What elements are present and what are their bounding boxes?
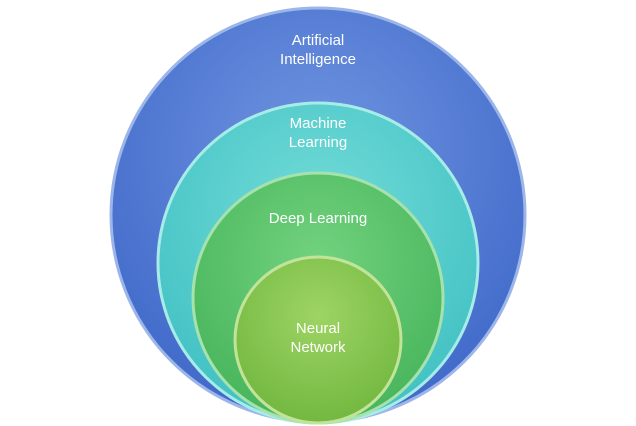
- deep-learning-label: Deep Learning: [269, 210, 367, 227]
- artificial-intelligence-label-line: Intelligence: [280, 51, 356, 68]
- artificial-intelligence-label-line: Artificial: [292, 32, 345, 49]
- deep-learning-label-line: Deep Learning: [269, 210, 367, 227]
- machine-learning-label-line: Learning: [289, 134, 347, 151]
- ai-nested-circles-diagram: Artificial Intelligence Machine Learning Dee…: [0, 0, 636, 426]
- machine-learning-label-line: Machine: [290, 115, 347, 132]
- neural-network-label-line: Neural: [296, 320, 340, 337]
- neural-network-label-line: Network: [290, 339, 346, 356]
- diagram-canvas: Artificial Intelligence Machine Learning Dee…: [109, 6, 527, 425]
